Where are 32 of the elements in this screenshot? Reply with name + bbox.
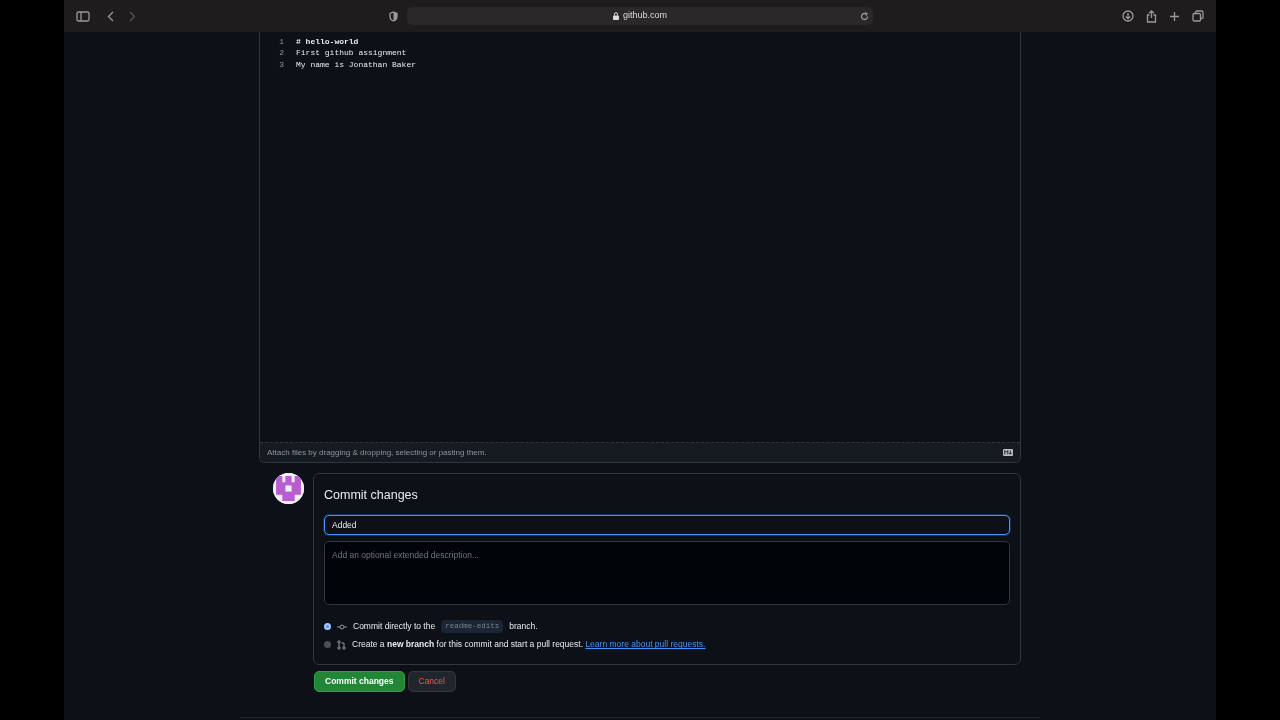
commit-message-field[interactable]: Added	[324, 514, 1010, 535]
line-number: 3	[278, 58, 284, 71]
avatar	[273, 473, 304, 504]
share-icon[interactable]	[1146, 9, 1157, 23]
code-line: My name is Jonathan Baker	[296, 58, 417, 71]
option-label: Create a new branch for this commit and start a pull request. Learn more about pull requests.	[352, 638, 706, 652]
option-label: Commit directly to the	[353, 620, 436, 634]
line-number: 1	[278, 35, 284, 48]
code-line: # hello-world	[296, 35, 359, 48]
learn-more-link[interactable]: Learn more about pull requests.	[585, 639, 706, 650]
commit-icon	[337, 623, 347, 630]
pull-request-icon	[337, 639, 346, 650]
radio-button[interactable]	[324, 623, 331, 631]
back-icon[interactable]	[107, 10, 114, 22]
markdown-icon	[1003, 449, 1013, 456]
reload-icon[interactable]	[860, 11, 869, 21]
lock-icon	[613, 12, 619, 20]
url-text[interactable]: github.com	[623, 9, 667, 23]
tabs-icon[interactable]	[1192, 10, 1204, 22]
radio-button[interactable]	[324, 641, 331, 649]
attach-hint: Attach files by dragging & dropping, selecting or pasting them.	[267, 446, 487, 459]
code-line: First github assignment	[296, 47, 407, 60]
cancel-button[interactable]: Cancel	[407, 670, 456, 692]
commit-button[interactable]: Commit changes	[314, 670, 405, 692]
download-icon[interactable]	[1122, 10, 1134, 22]
shield-icon[interactable]	[389, 10, 398, 22]
description-field[interactable]: Add an optional extended description...	[324, 540, 1010, 605]
option-label: branch.	[509, 620, 538, 634]
sidebar-icon[interactable]	[76, 10, 90, 22]
plus-icon[interactable]	[1169, 10, 1180, 22]
line-number: 2	[278, 47, 284, 60]
commit-heading: Commit changes	[324, 487, 419, 504]
